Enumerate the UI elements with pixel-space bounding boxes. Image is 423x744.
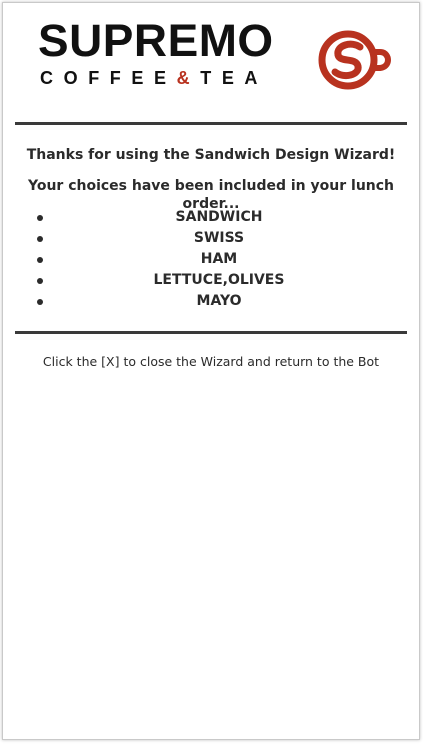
bullet-icon	[37, 278, 43, 284]
supremo-logo-icon	[318, 30, 392, 90]
top-divider	[15, 122, 407, 125]
wizard-panel: SUPREMO COFFEE&TEA Thanks for using the …	[2, 2, 420, 740]
choice-label: HAM	[200, 251, 238, 267]
choice-label: SANDWICH	[175, 209, 263, 225]
brand-tagline-amp: &	[176, 68, 201, 88]
choice-label: LETTUCE,OLIVES	[153, 272, 285, 288]
list-item: SANDWICH	[3, 207, 419, 228]
list-item: LETTUCE,OLIVES	[3, 270, 419, 291]
brand-logo: SUPREMO COFFEE&TEA	[3, 3, 419, 113]
choice-label: SWISS	[193, 230, 245, 246]
close-instructions: Click the [X] to close the Wizard and re…	[42, 354, 380, 369]
bullet-icon	[37, 236, 43, 242]
bullet-icon	[37, 257, 43, 263]
brand-tagline: COFFEE&TEA	[40, 67, 268, 89]
bullet-icon	[37, 299, 43, 305]
list-item: SWISS	[3, 228, 419, 249]
bullet-icon	[37, 215, 43, 221]
bottom-divider	[15, 331, 407, 334]
thanks-heading: Thanks for using the Sandwich Design Wiz…	[26, 147, 396, 163]
brand-tagline-right: TEA	[200, 68, 269, 88]
list-item: MAYO	[3, 291, 419, 312]
brand-name: SUPREMO	[38, 15, 274, 66]
list-item: HAM	[3, 249, 419, 270]
brand-tagline-left: COFFEE	[40, 68, 177, 88]
choices-list: SANDWICH SWISS HAM LETTUCE,OLIVES MAYO	[3, 207, 419, 312]
choice-label: MAYO	[196, 293, 242, 309]
